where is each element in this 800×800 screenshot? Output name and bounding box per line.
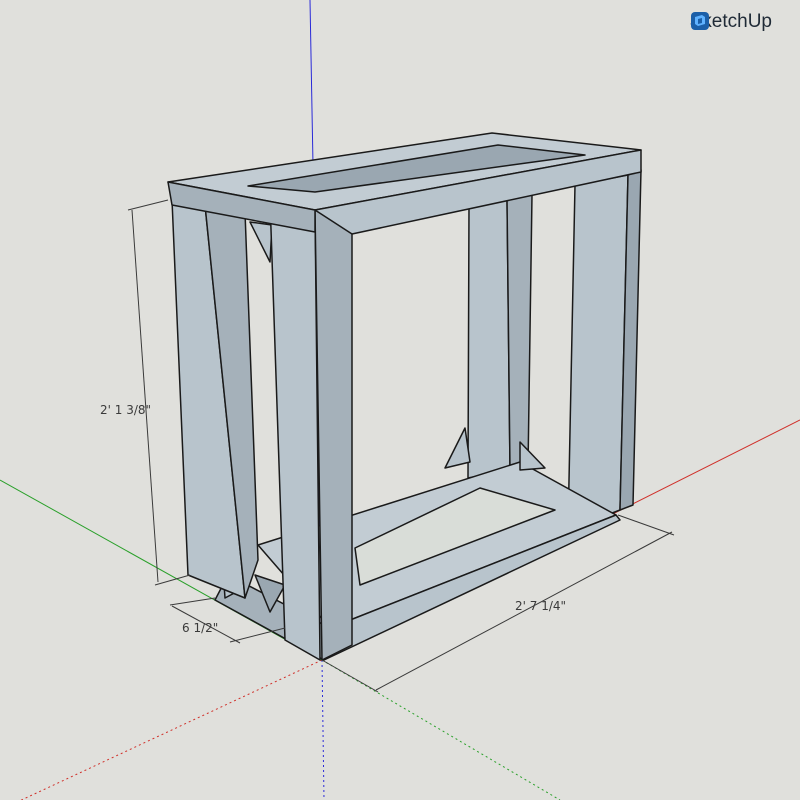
frame-model[interactable] — [167, 132, 642, 661]
gusset-upper-mid — [249, 221, 273, 263]
width-label: 2' 7 1/4" — [515, 599, 566, 613]
front-right-post-face — [314, 209, 353, 661]
depth-label: 6 1/2" — [182, 621, 218, 635]
width-extension-right — [617, 514, 675, 536]
sketchup-logo-icon — [690, 12, 709, 30]
blue-axis-dotted — [321, 659, 325, 800]
height-dimension-line — [131, 209, 159, 583]
width-extension-left — [321, 659, 379, 693]
height-label: 2' 1 3/8" — [100, 403, 151, 417]
back-left-post-side — [506, 194, 533, 471]
drawing-axes — [0, 0, 800, 800]
gusset-lower-back-right — [519, 441, 546, 471]
green-axis-dotted — [321, 659, 561, 800]
red-axis-dotted — [20, 659, 323, 800]
gusset-lower-back-left — [444, 427, 471, 469]
model-canvas[interactable]: 2' 1 3/8" 2' 7 1/4" 6 1/2" — [0, 0, 800, 800]
height-extension-top — [127, 199, 169, 211]
modeling-viewport[interactable]: 2' 1 3/8" 2' 7 1/4" 6 1/2" SketchUp — [0, 0, 800, 800]
back-right-post-front — [567, 174, 629, 531]
sketchup-brand: SketchUp — [690, 11, 772, 33]
depth-extension-left — [169, 597, 216, 606]
back-left-post-front — [467, 197, 511, 479]
